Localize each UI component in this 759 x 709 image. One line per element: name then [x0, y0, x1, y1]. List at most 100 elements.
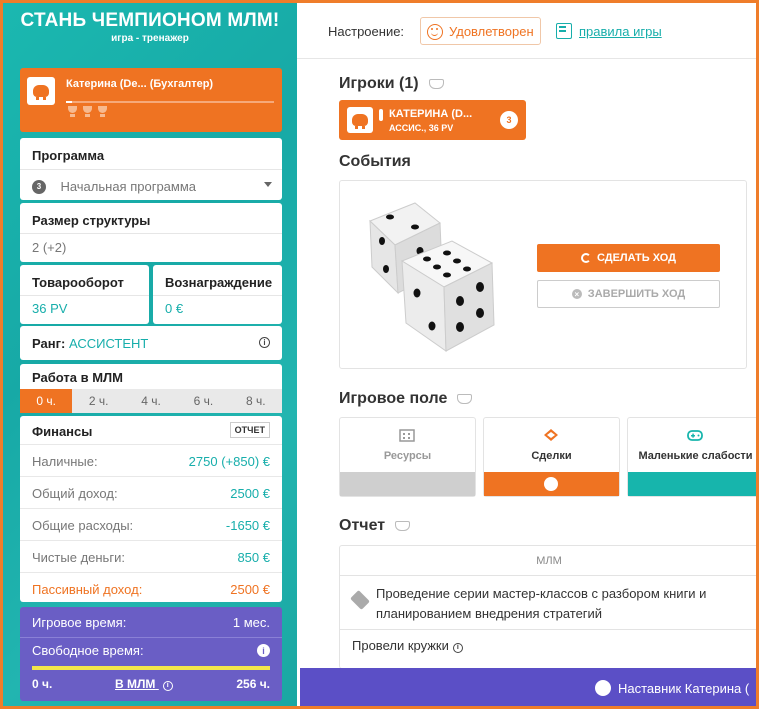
- free-hours-right: 256 ч.: [236, 677, 270, 691]
- rules-link[interactable]: правила игры: [579, 24, 662, 39]
- mlm-link-text: В МЛМ: [115, 677, 156, 691]
- smile-icon: [427, 24, 443, 40]
- tab-hours-0[interactable]: 0 ч.: [20, 389, 73, 413]
- finance-row: Наличные: 2750 (+850) €: [20, 444, 282, 476]
- program-value: Начальная программа: [60, 179, 197, 194]
- person-icon: [379, 109, 383, 121]
- piggy-bank-icon: [27, 77, 55, 105]
- report-button[interactable]: ОТЧЕТ: [229, 422, 270, 438]
- turnover-card: Товарооборот 36 PV: [20, 265, 149, 324]
- free-time-label: Свободное время:: [32, 643, 144, 658]
- finance-key: Пассивный доход:: [32, 582, 143, 597]
- board-card-weaknesses[interactable]: Маленькие слабости: [627, 417, 756, 497]
- reward-label: Вознаграждение: [165, 275, 273, 290]
- graduation-cap-icon[interactable]: [428, 78, 444, 89]
- mlm-hours-left: 0 ч.: [32, 677, 53, 691]
- graduation-cap-icon[interactable]: [457, 393, 473, 404]
- tab-hours-2[interactable]: 2 ч.: [72, 389, 124, 413]
- info-icon[interactable]: i: [259, 337, 270, 348]
- finance-value: 850 €: [237, 550, 270, 565]
- game-time-value: 1 мес.: [232, 615, 270, 630]
- report-title: Отчет: [339, 517, 386, 534]
- board-card-deals[interactable]: Сделки: [483, 417, 620, 497]
- trophy-icon: [67, 106, 78, 118]
- graduation-cap-icon[interactable]: [395, 520, 411, 531]
- gamepad-icon: [687, 430, 703, 441]
- tab-hours-8[interactable]: 8 ч.: [230, 389, 282, 413]
- program-select[interactable]: 3 Начальная программа: [32, 178, 196, 196]
- players-heading: Игроки (1): [339, 75, 444, 93]
- info-icon[interactable]: i: [257, 644, 270, 657]
- sidebar: СТАНЬ ЧЕМПИОНОМ МЛМ! игра - тренажер Кат…: [3, 3, 297, 706]
- player-chip[interactable]: КАТЕРИНА (D... АССИС., 36 PV 3: [339, 100, 526, 140]
- program-badge: 3: [32, 179, 46, 194]
- player-chip-name: КАТЕРИНА (D...: [389, 108, 473, 120]
- close-icon: ×: [571, 289, 582, 299]
- trophy-icon: [97, 106, 108, 118]
- tab-hours-4[interactable]: 4 ч.: [125, 389, 177, 413]
- events-title: События: [339, 153, 411, 170]
- game-board: Ресурсы Сделки Маленькие слабости: [339, 417, 756, 497]
- work-label: Работа в МЛМ: [32, 370, 123, 385]
- finance-value: 2500 €: [230, 582, 270, 597]
- trophy-icon: [82, 106, 93, 118]
- finance-key: Общий доход:: [32, 486, 118, 501]
- player-chip-sub: АССИС., 36 PV: [389, 123, 454, 133]
- finance-row: Общие расходы: -1650 €: [20, 508, 282, 540]
- app-frame: СТАНЬ ЧЕМПИОНОМ МЛМ! игра - тренажер Кат…: [0, 0, 759, 709]
- end-move-button[interactable]: × ЗАВЕРШИТЬ ХОД: [537, 280, 720, 308]
- end-move-label: ЗАВЕРШИТЬ ХОД: [587, 288, 686, 300]
- info-icon[interactable]: i: [452, 642, 463, 653]
- finance-row: Чистые деньги: 850 €: [20, 540, 282, 572]
- mood-button[interactable]: Удовлетворен: [420, 17, 541, 45]
- report-heading: Отчет: [339, 517, 411, 535]
- structure-label: Размер структуры: [32, 213, 151, 228]
- tab-hours-6[interactable]: 6 ч.: [177, 389, 229, 413]
- turnover-value: 36 PV: [32, 301, 68, 316]
- rank-value: АССИСТЕНТ: [68, 336, 149, 351]
- finance-value: 2500 €: [230, 486, 270, 501]
- finance-key: Чистые деньги:: [32, 550, 125, 565]
- mentor-icon: [595, 680, 611, 696]
- trophies: [67, 106, 108, 118]
- rank-label: Ранг:: [32, 336, 66, 351]
- mentor-text: Наставник Катерина (: [618, 681, 750, 696]
- dice-image: [369, 202, 495, 352]
- finance-key: Общие расходы:: [32, 518, 134, 533]
- finance-row: Общий доход: 2500 €: [20, 476, 282, 508]
- building-icon: [399, 429, 415, 442]
- board-card-resources[interactable]: Ресурсы: [339, 417, 476, 497]
- rules-icon[interactable]: [556, 23, 572, 39]
- report-item-text: Провели кружки: [352, 638, 449, 653]
- rank-card: Ранг: АССИСТЕНТ i: [20, 326, 282, 360]
- reward-card: Вознаграждение 0 €: [153, 265, 282, 324]
- report-item-text: Проведение серии мастер-классов с разбор…: [376, 586, 707, 621]
- chevron-down-icon[interactable]: [264, 182, 272, 187]
- turnover-label: Товарооборот: [32, 275, 124, 290]
- free-time-bar: [32, 666, 270, 670]
- events-box: СДЕЛАТЬ ХОД × ЗАВЕРШИТЬ ХОД: [339, 180, 747, 369]
- top-bar: Настроение: Удовлетворен правила игры: [297, 3, 756, 59]
- report-item: Провели кружки i: [352, 638, 463, 653]
- finance-value: -1650 €: [225, 518, 270, 533]
- player-progress-bar: [66, 101, 274, 103]
- report-box: МЛМ Проведение серии мастер-классов с ра…: [339, 545, 756, 669]
- program-label: Программа: [32, 148, 105, 163]
- finance-key: Наличные:: [32, 454, 98, 469]
- info-icon: i: [162, 680, 173, 691]
- make-move-button[interactable]: СДЕЛАТЬ ХОД: [537, 244, 720, 272]
- reward-value: 0 €: [165, 301, 184, 316]
- player-name: Катерина (De... (Бухгалтер): [66, 78, 214, 90]
- structure-value: 2 (+2): [32, 240, 67, 255]
- program-card: Программа 3 Начальная программа: [20, 138, 282, 200]
- board-card-label: Сделки: [531, 450, 572, 462]
- tag-icon: [350, 590, 370, 610]
- refresh-icon: [580, 253, 591, 263]
- piggy-bank-icon: [544, 477, 558, 491]
- player-card[interactable]: Катерина (De... (Бухгалтер): [20, 68, 282, 132]
- finance-value: 2750 (+850) €: [188, 454, 270, 469]
- board-card-label: Ресурсы: [383, 450, 432, 462]
- mentor-bar[interactable]: Наставник Катерина (: [300, 668, 756, 706]
- board-card-footer: [340, 472, 475, 496]
- mlm-time-link[interactable]: В МЛМ i: [115, 677, 173, 691]
